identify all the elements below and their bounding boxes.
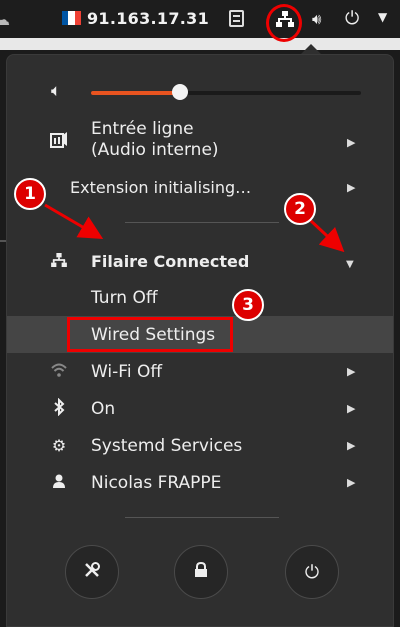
annotation-arrows: [44, 203, 345, 253]
annotation-box-wired-settings: [67, 317, 233, 352]
annotation-marker-2: 2: [284, 193, 316, 225]
annotation-marker-1: 1: [14, 178, 46, 210]
annotation-marker-3: 3: [232, 289, 264, 321]
